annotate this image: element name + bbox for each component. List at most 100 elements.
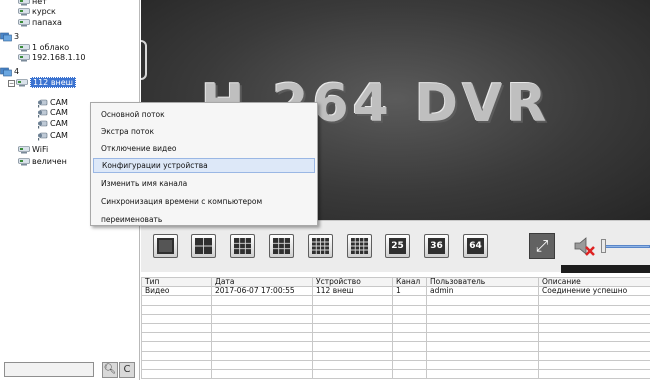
table-cell [538, 295, 650, 306]
tree-item-label: 192.168.1.10 [32, 53, 86, 62]
grid-layout-icon [351, 238, 368, 254]
column-header[interactable]: Дата [211, 276, 313, 288]
column-header[interactable]: Тип [141, 276, 212, 288]
table-cell [312, 322, 393, 334]
table-cell [211, 313, 313, 324]
table-row-empty [141, 368, 650, 380]
context-menu-item[interactable]: Конфигурации устройства [93, 158, 315, 173]
tree-item-camera[interactable]: CAM [36, 130, 68, 142]
table-cell [141, 341, 212, 352]
table-row-empty [141, 341, 650, 352]
camera-icon [38, 109, 48, 118]
table-cell [312, 368, 393, 380]
table-cell [538, 304, 650, 315]
table-cell [211, 341, 313, 352]
tree-item-label: 1 облако [32, 43, 70, 52]
context-menu-item[interactable]: Отключение видео [93, 141, 315, 156]
tree-item-camera[interactable]: CAM [36, 118, 68, 130]
layout-36-label: 36 [428, 238, 445, 254]
table-cell [312, 313, 393, 324]
table-cell [426, 341, 539, 352]
context-menu-item[interactable]: Основной поток [93, 107, 315, 122]
tree-item-device[interactable]: WiFi [18, 144, 48, 156]
layout-4-button[interactable] [191, 234, 216, 258]
video-side-handle [141, 40, 147, 80]
column-header[interactable]: Устройство [312, 276, 393, 288]
table-cell [141, 368, 212, 380]
table-cell [392, 368, 427, 380]
fullscreen-icon[interactable]: ⤢ [529, 233, 555, 259]
table-cell: admin [426, 286, 539, 297]
collapse-icon[interactable]: − [8, 79, 15, 87]
context-menu-item[interactable]: Изменить имя канала [93, 176, 315, 191]
table-cell [426, 350, 539, 361]
grid-layout-icon [157, 238, 174, 254]
dvr-device-icon [18, 146, 30, 154]
layout-6-button[interactable] [230, 234, 255, 258]
table-cell [141, 322, 212, 334]
table-cell [211, 322, 313, 334]
table-row[interactable]: Видео 2017-06-07 17:00:55 112 внеш 1 admin Со… [141, 286, 650, 297]
tree-item-group[interactable]: 3 [0, 31, 19, 43]
tree-item-device[interactable]: 192.168.1.10 [18, 52, 85, 64]
volume-slider[interactable] [601, 245, 650, 248]
table-cell [538, 332, 650, 343]
refresh-icon[interactable]: C [119, 362, 135, 378]
layout-13-button[interactable] [308, 234, 333, 258]
layout-36-button[interactable]: 36 [424, 234, 449, 258]
column-header[interactable]: Канал [392, 276, 427, 288]
table-cell [392, 359, 427, 370]
table-cell [426, 322, 539, 334]
table-cell: 2017-06-07 17:00:55 [211, 286, 313, 297]
column-header[interactable]: Описание [538, 276, 650, 288]
layout-9-button[interactable] [269, 234, 294, 258]
dvr-device-icon [18, 8, 30, 16]
tree-search-input[interactable] [4, 362, 94, 377]
table-cell [312, 332, 393, 343]
table-cell [392, 341, 427, 352]
table-row-empty [141, 322, 650, 334]
table-cell [392, 350, 427, 361]
table-cell [312, 304, 393, 315]
dvr-device-icon [18, 19, 30, 27]
table-cell [392, 322, 427, 334]
tree-item-device[interactable]: − 112 внеш [8, 77, 76, 89]
table-cell [426, 332, 539, 343]
speaker-muted-icon[interactable] [573, 234, 595, 258]
grid-layout-icon [195, 238, 212, 254]
tree-item-label: 3 [14, 32, 20, 41]
table-cell: Соединение успешно [538, 286, 650, 297]
layout-16-button[interactable] [347, 234, 372, 258]
table-cell [211, 368, 313, 380]
tree-item-label: курск [32, 7, 56, 16]
table-cell [141, 304, 212, 315]
layout-25-button[interactable]: 25 [385, 234, 410, 258]
context-menu-item[interactable]: Синхронизация времени с компьютером [93, 194, 315, 209]
layout-1-button[interactable] [153, 234, 178, 258]
event-log-table: Тип Дата Устройство Канал Пользователь Описан… [141, 276, 650, 380]
table-cell [426, 368, 539, 380]
table-cell [141, 295, 212, 306]
layout-64-button[interactable]: 64 [463, 234, 488, 258]
table-cell [426, 313, 539, 324]
table-cell: 112 внеш [312, 286, 393, 297]
table-cell [426, 304, 539, 315]
context-menu-item[interactable]: переименовать [93, 212, 315, 227]
grid-layout-icon [234, 238, 251, 254]
table-cell [312, 359, 393, 370]
tree-item-device[interactable]: величен [18, 156, 67, 168]
table-cell [538, 322, 650, 334]
table-row-empty [141, 332, 650, 343]
volume-slider-thumb[interactable] [601, 239, 607, 253]
grid-layout-icon [312, 238, 329, 254]
table-cell [538, 359, 650, 370]
camera-icon [38, 132, 48, 141]
camera-icon [38, 120, 48, 129]
dvr-device-icon [18, 54, 30, 62]
context-menu-item[interactable]: Экстра поток [93, 124, 315, 139]
tree-item-device[interactable]: папаха [18, 17, 62, 29]
group-icon [0, 67, 12, 77]
magnifier-icon[interactable]: 🔍︎ [102, 362, 118, 378]
table-cell [211, 332, 313, 343]
column-header[interactable]: Пользователь [426, 276, 539, 288]
